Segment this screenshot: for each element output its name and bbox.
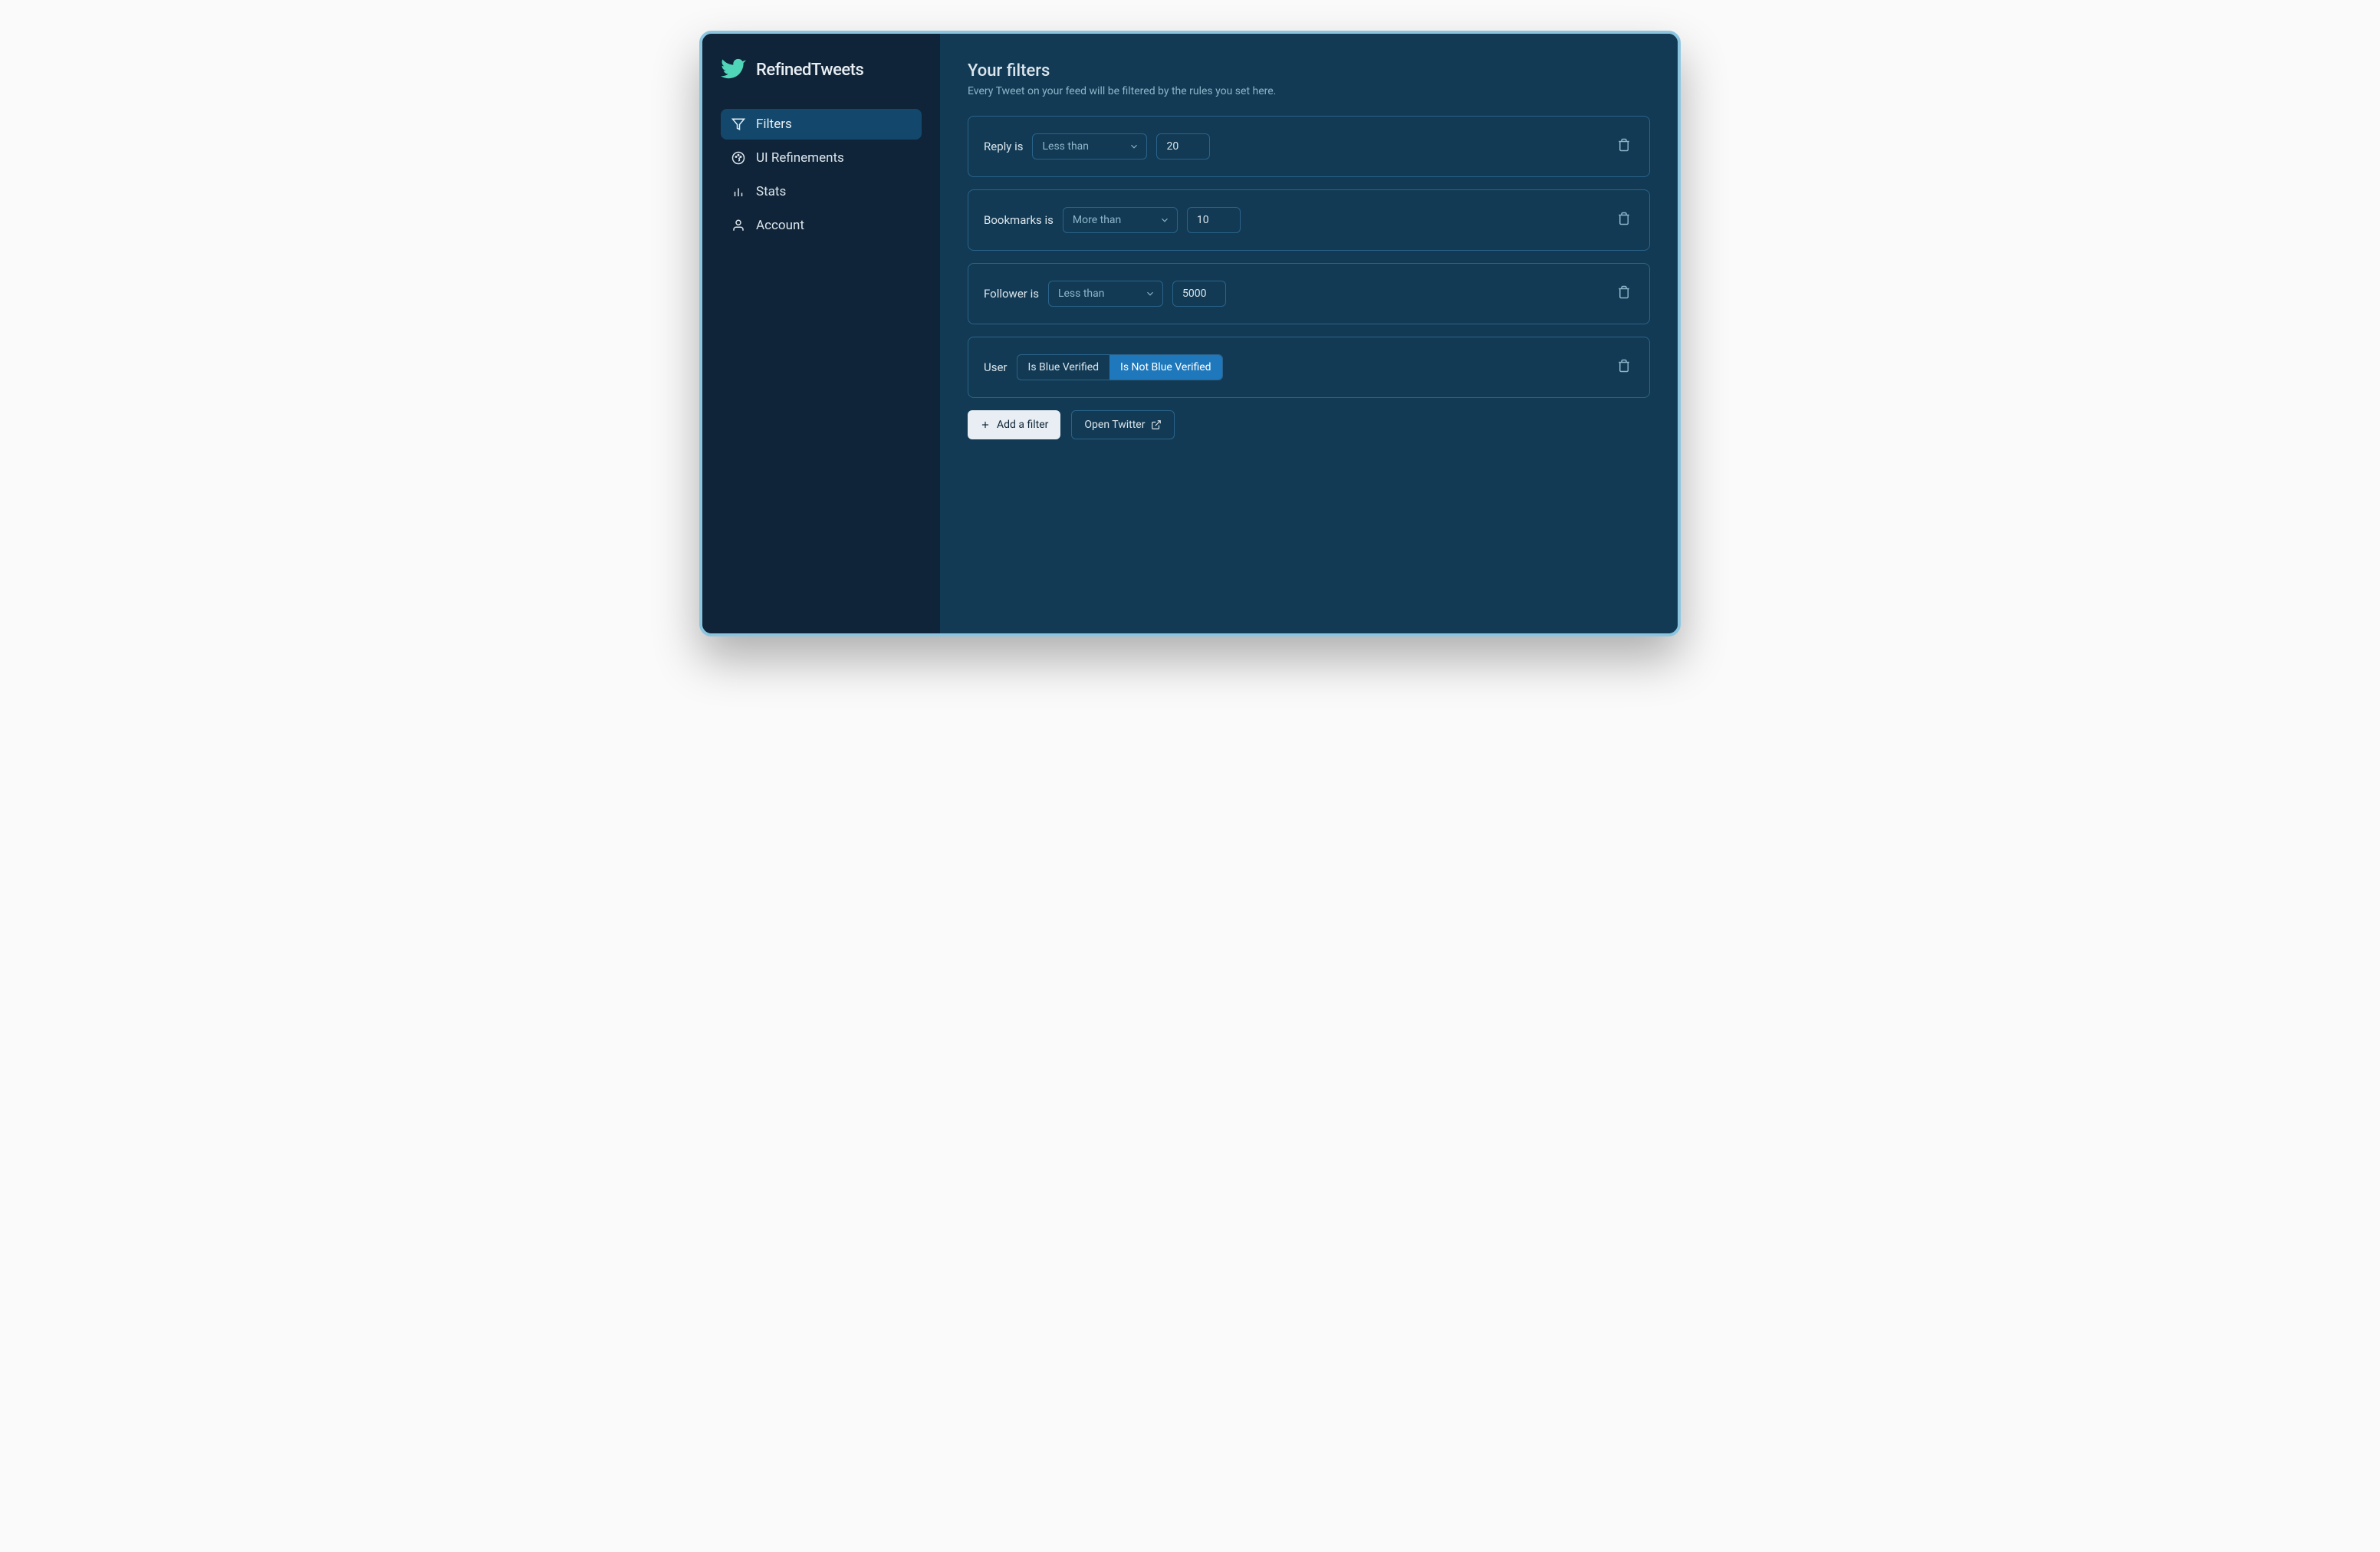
external-link-icon <box>1151 419 1162 430</box>
delete-filter-button[interactable] <box>1614 282 1634 305</box>
user-icon <box>731 219 745 232</box>
filter-row-follower: Follower is Less than <box>968 263 1650 324</box>
filter-label: User <box>984 360 1008 374</box>
trash-icon <box>1617 285 1631 299</box>
page-subtitle: Every Tweet on your feed will be filtere… <box>968 85 1650 97</box>
open-twitter-button[interactable]: Open Twitter <box>1071 410 1175 439</box>
delete-filter-button[interactable] <box>1614 135 1634 158</box>
comparator-select[interactable]: Less than <box>1032 133 1147 159</box>
comparator-select[interactable]: Less than <box>1048 281 1163 307</box>
trash-icon <box>1617 138 1631 152</box>
main-content: Your filters Every Tweet on your feed wi… <box>940 34 1678 633</box>
filter-value-input[interactable] <box>1187 207 1241 233</box>
comparator-select-wrapper: Less than <box>1048 281 1163 307</box>
sidebar-item-label: UI Refinements <box>756 150 844 166</box>
sidebar-item-filters[interactable]: Filters <box>721 109 922 140</box>
trash-icon <box>1617 359 1631 373</box>
sidebar-item-label: Filters <box>756 117 792 132</box>
delete-filter-button[interactable] <box>1614 356 1634 379</box>
brand: RefinedTweets <box>721 57 922 83</box>
filter-label: Follower is <box>984 287 1039 301</box>
add-filter-label: Add a filter <box>997 419 1048 431</box>
filter-value-input[interactable] <box>1156 133 1210 159</box>
toggle-group: Is Blue Verified Is Not Blue Verified <box>1017 354 1223 380</box>
comparator-select-wrapper: Less than <box>1032 133 1147 159</box>
filter-label: Reply is <box>984 140 1023 153</box>
sidebar-item-stats[interactable]: Stats <box>721 176 922 207</box>
page-title: Your filters <box>968 61 1650 81</box>
sidebar-nav: Filters UI Refinements Stats <box>721 109 922 241</box>
filter-value-input[interactable] <box>1172 281 1226 307</box>
filter-row-user: User Is Blue Verified Is Not Blue Verifi… <box>968 337 1650 398</box>
delete-filter-button[interactable] <box>1614 209 1634 232</box>
plus-icon <box>980 419 991 430</box>
sidebar-item-ui-refinements[interactable]: UI Refinements <box>721 143 922 173</box>
bird-logo-icon <box>721 57 747 83</box>
toggle-option-is-verified[interactable]: Is Blue Verified <box>1017 355 1110 380</box>
trash-icon <box>1617 212 1631 225</box>
filter-icon <box>731 117 745 131</box>
toggle-option-not-verified[interactable]: Is Not Blue Verified <box>1109 355 1222 380</box>
palette-icon <box>731 151 745 165</box>
app-window: RefinedTweets Filters UI Refinements <box>699 31 1681 636</box>
sidebar-item-account[interactable]: Account <box>721 210 922 241</box>
brand-name: RefinedTweets <box>756 61 863 80</box>
open-twitter-label: Open Twitter <box>1084 419 1145 431</box>
sidebar-item-label: Account <box>756 218 804 233</box>
sidebar: RefinedTweets Filters UI Refinements <box>702 34 940 633</box>
filter-row-reply: Reply is Less than <box>968 116 1650 177</box>
sidebar-item-label: Stats <box>756 184 786 199</box>
add-filter-button[interactable]: Add a filter <box>968 410 1060 439</box>
comparator-select[interactable]: More than <box>1063 207 1178 233</box>
chart-icon <box>731 185 745 199</box>
filter-label: Bookmarks is <box>984 213 1054 227</box>
actions-row: Add a filter Open Twitter <box>968 410 1650 439</box>
comparator-select-wrapper: More than <box>1063 207 1178 233</box>
filter-row-bookmarks: Bookmarks is More than <box>968 189 1650 251</box>
